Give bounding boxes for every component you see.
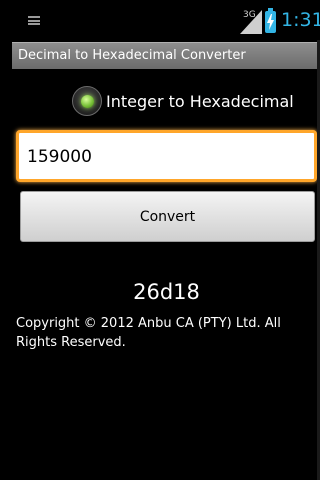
convert-button[interactable]: Convert	[20, 191, 315, 242]
copyright-text: Copyright © 2012 Anbu CA (PTY) Ltd. All …	[16, 316, 281, 350]
convert-button-label: Convert	[139, 208, 196, 225]
decimal-input-value[interactable]: 159000	[27, 147, 92, 167]
mode-radio-label[interactable]: Integer to Hexadecimal	[106, 92, 294, 111]
status-clock: 1:31	[281, 9, 320, 31]
app-title-bar: Decimal to Hexadecimal Converter	[12, 42, 320, 69]
battery-charging-icon	[265, 8, 276, 33]
decimal-input-field[interactable]: 159000	[16, 130, 317, 182]
status-bar: 3G 1:31	[0, 0, 320, 40]
radio-button-icon[interactable]	[72, 86, 102, 116]
mode-radio-option[interactable]: Integer to Hexadecimal	[72, 83, 294, 119]
app-title: Decimal to Hexadecimal Converter	[18, 48, 246, 63]
hex-result: 26d18	[133, 280, 200, 304]
menu-icon	[28, 16, 40, 25]
charging-bolt-icon	[267, 14, 274, 30]
radio-selected-indicator	[80, 94, 94, 108]
network-type-label: 3G	[243, 10, 256, 20]
